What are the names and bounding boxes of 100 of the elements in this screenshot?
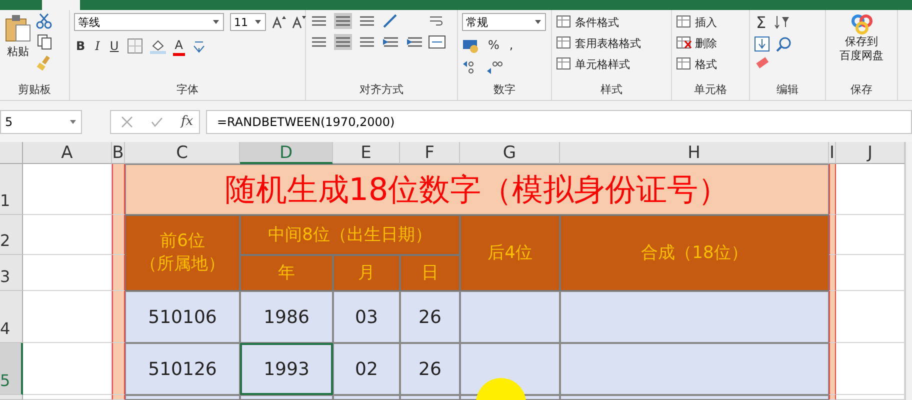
column-header[interactable]: D (240, 142, 333, 164)
group-label: 样式 (600, 82, 624, 98)
group-label: 编辑 (776, 82, 800, 98)
underline-button[interactable]: U (108, 37, 121, 55)
increase-font-icon[interactable] (272, 15, 286, 29)
header-cell: 月 (333, 255, 400, 291)
cell-menu-button[interactable]: 插入 (676, 13, 717, 31)
group-label: 剪贴板 (17, 82, 52, 98)
caret-icon[interactable] (254, 18, 262, 26)
decrease-font-icon[interactable] (292, 15, 306, 29)
delete-cells-icon[interactable] (676, 36, 692, 50)
insert-function-button[interactable]: fx (181, 114, 194, 129)
group-label: 单元格 (693, 82, 728, 98)
style-menu-button[interactable]: 条件格式 (556, 13, 641, 31)
header-cell: 日 (400, 255, 460, 291)
scroll-bar[interactable] (905, 142, 912, 400)
header-cell: 中间8位（出生日期） (240, 215, 460, 255)
eraser-icon[interactable] (754, 57, 770, 71)
sheet-cell (112, 164, 125, 215)
table-title: 随机生成18位数字（模拟身份证号） (125, 164, 829, 215)
style-menu-button[interactable]: 单元格样式 (556, 55, 641, 73)
group-label: 数字 (492, 82, 516, 98)
column-header[interactable]: H (560, 142, 829, 164)
italic-button[interactable]: I (93, 37, 102, 55)
column-header[interactable]: J (836, 142, 905, 164)
cell-menu-button[interactable]: 删除 (676, 34, 717, 52)
sheet-cell (836, 343, 905, 395)
sheet-cell (112, 255, 125, 291)
column-header[interactable]: E (333, 142, 400, 164)
column-header[interactable]: F (400, 142, 460, 164)
table-icon[interactable] (676, 57, 692, 71)
sheet-cell (112, 343, 125, 395)
caret-icon[interactable] (534, 18, 542, 26)
sheet-cell (836, 291, 905, 343)
cloud-logo-icon[interactable] (850, 13, 874, 35)
fill-down-icon[interactable] (754, 36, 770, 52)
caret-icon[interactable] (212, 18, 220, 26)
table-cell: 510106 (125, 291, 240, 343)
table-icon[interactable] (676, 15, 692, 29)
table-icon[interactable] (556, 15, 572, 29)
middle-align-icon[interactable] (334, 13, 352, 29)
column-header[interactable]: I (829, 142, 836, 164)
comma-button[interactable]: , (507, 36, 516, 54)
font-color-button[interactable]: A (172, 36, 185, 56)
borders-icon[interactable] (126, 38, 143, 54)
scissors-icon[interactable] (36, 13, 52, 29)
name-box[interactable]: 5 (0, 110, 82, 134)
table-icon[interactable] (556, 36, 572, 50)
header-cell: 前6位 （所属地） (125, 215, 240, 291)
paste-button[interactable]: 粘贴 (4, 13, 32, 82)
sheet-cell (112, 291, 125, 343)
font-size-field[interactable]: 11 (230, 13, 266, 31)
row-header (0, 395, 23, 400)
group-label: 对齐方式 (358, 82, 404, 98)
table-cell: 510126 (125, 343, 240, 395)
sheet-cell (112, 215, 125, 255)
copy-icon[interactable] (36, 34, 52, 50)
font-name-field[interactable]: 等线 (74, 13, 224, 31)
check-icon[interactable] (151, 116, 163, 128)
sort-filter-icon[interactable] (774, 14, 790, 30)
group-label: 保存 (850, 82, 874, 98)
row-header[interactable]: 4 (0, 291, 23, 343)
bold-button[interactable]: B (74, 37, 88, 55)
currency-icon[interactable] (462, 37, 480, 53)
search-icon[interactable] (776, 36, 792, 52)
row-header[interactable]: 3 (0, 255, 23, 291)
table-cell: 03 (333, 291, 400, 343)
clipboard-icon[interactable] (4, 13, 32, 43)
header-cell: 后4位 (460, 215, 560, 291)
formula-field[interactable]: =RANDBETWEEN(1970,2000) (206, 110, 912, 134)
table-cell: 02 (333, 343, 400, 395)
decrease-decimal-icon[interactable] (486, 59, 504, 75)
column-header[interactable]: B (112, 142, 125, 164)
table-icon[interactable] (556, 57, 572, 71)
header-cell: 合成（18位） (560, 215, 829, 291)
column-header[interactable]: C (125, 142, 240, 164)
sheet-cell (836, 255, 905, 291)
sheet-cell (836, 164, 905, 215)
number-format-field[interactable]: 常规 (462, 13, 546, 31)
autosum-button[interactable]: Σ (754, 13, 768, 31)
caret-icon[interactable] (69, 118, 77, 126)
percent-button[interactable]: % (486, 36, 502, 54)
header-cell: 年 (240, 255, 333, 291)
column-header[interactable]: A (23, 142, 112, 164)
table-cell: 26 (400, 291, 460, 343)
group-label: 字体 (176, 82, 200, 98)
style-menu-button[interactable]: 套用表格格式 (556, 34, 641, 52)
fill-color-icon[interactable] (148, 38, 167, 54)
column-header[interactable]: G (460, 142, 560, 164)
save-to-cloud-button[interactable]: 保存到 百度网盘 (840, 13, 884, 82)
table-cell: 1993 (240, 343, 333, 395)
sheet-cell (836, 215, 905, 255)
cell-menu-button[interactable]: 格式 (676, 55, 717, 73)
row-header[interactable]: 5 (0, 343, 23, 395)
table-cell: 1986 (240, 291, 333, 343)
center-icon[interactable] (334, 34, 352, 50)
row-header[interactable]: 1 (0, 164, 23, 215)
table-cell: 26 (400, 343, 460, 395)
merge-cells-icon[interactable] (428, 34, 446, 50)
row-header[interactable]: 2 (0, 215, 23, 255)
